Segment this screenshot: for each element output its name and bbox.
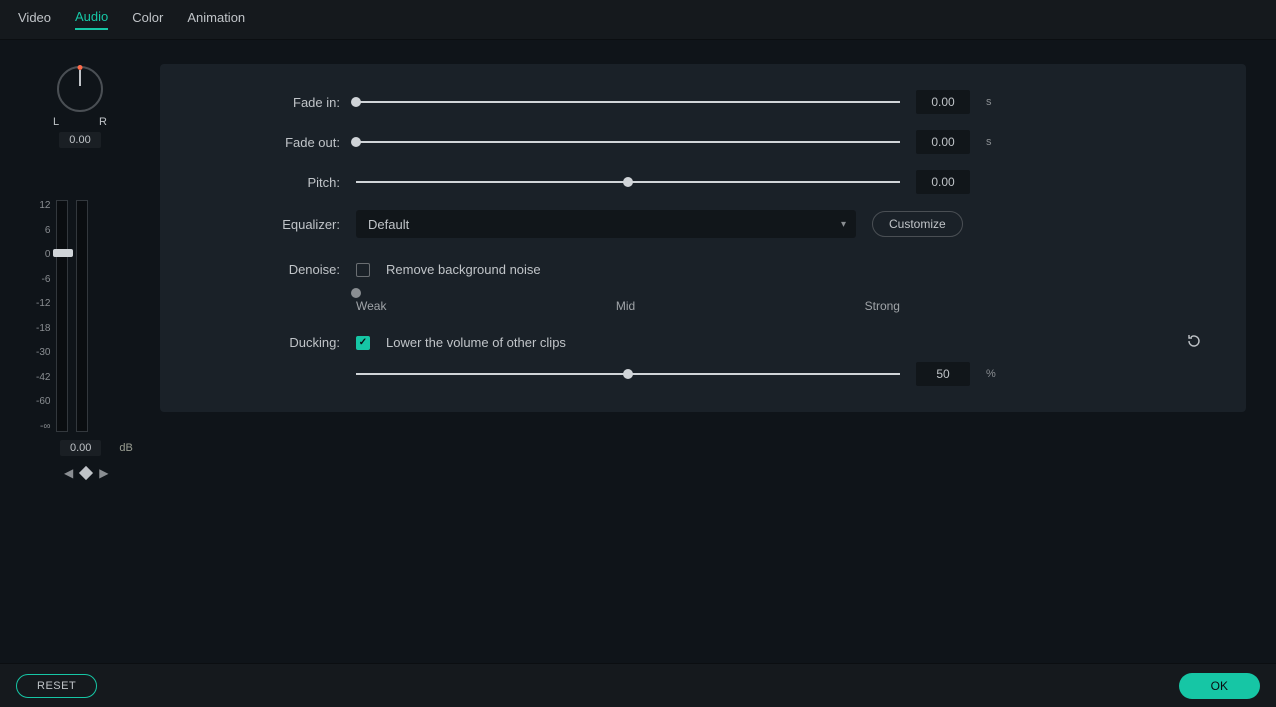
meter-tick: -60 [36,396,50,407]
fadeout-value[interactable]: 0.00 [916,130,970,154]
tab-color[interactable]: Color [132,10,163,29]
denoise-strong-label: Strong [865,299,900,313]
denoise-checkbox[interactable] [356,263,370,277]
fadein-value[interactable]: 0.00 [916,90,970,114]
volume-slider-thumb[interactable] [53,249,73,257]
equalizer-select[interactable]: Default ▾ [356,210,856,238]
pan-value[interactable]: 0.00 [59,132,100,148]
keyframe-nav: ◀ ▶ [64,466,108,480]
volume-value[interactable]: 0.00 [60,440,101,456]
pan-knob[interactable] [57,66,103,112]
meter-tick: 6 [36,225,50,236]
meter-bar-left [56,200,68,432]
fadein-label: Fade in: [160,95,356,110]
fadein-unit: s [986,96,998,108]
denoise-weak-label: Weak [356,299,386,313]
right-panel: Fade in: 0.00 s Fade out: 0.00 s [160,40,1276,663]
volume-meter: 12 6 0 -6 -12 -18 -30 -42 -60 -∞ [36,200,88,432]
equalizer-selected: Default [368,217,409,232]
meter-tick: -30 [36,347,50,358]
keyframe-prev-icon[interactable]: ◀ [64,466,73,480]
fadeout-slider[interactable] [356,141,900,143]
ducking-label: Ducking: [160,335,356,350]
pan-r-label: R [99,116,107,128]
meter-tick: -6 [36,274,50,285]
tab-audio[interactable]: Audio [75,9,108,30]
pan-control: L R 0.00 [0,66,160,148]
pitch-slider-thumb[interactable] [623,177,633,187]
pan-lr-labels: L R [53,116,107,128]
pitch-label: Pitch: [160,175,356,190]
denoise-checkbox-label: Remove background noise [386,262,541,277]
footer: RESET OK [0,663,1276,707]
reset-button[interactable]: RESET [16,674,97,698]
ducking-checkbox-label: Lower the volume of other clips [386,335,566,350]
fadein-slider[interactable] [356,101,900,103]
pitch-slider[interactable] [356,181,900,183]
pitch-value[interactable]: 0.00 [916,170,970,194]
reset-icon[interactable] [1186,333,1202,352]
meter-bar-right [76,200,88,432]
meter-scale: 12 6 0 -6 -12 -18 -30 -42 -60 -∞ [36,200,50,432]
fadeout-unit: s [986,136,998,148]
denoise-slider-thumb[interactable] [351,288,361,298]
meter-tick: 12 [36,200,50,211]
tab-bar: Video Audio Color Animation [0,0,1276,40]
meter-tick: -18 [36,323,50,334]
volume-unit: dB [119,442,132,454]
ducking-checkbox[interactable]: ✓ [356,336,370,350]
main-area: L R 0.00 12 6 0 -6 -12 -18 -30 -42 -60 -… [0,40,1276,663]
chevron-down-icon: ▾ [841,219,846,230]
denoise-mid-label: Mid [616,299,635,313]
ducking-slider-thumb[interactable] [623,369,633,379]
tab-animation[interactable]: Animation [187,10,245,29]
meter-tick: -12 [36,298,50,309]
meter-tick: -42 [36,372,50,383]
meter-tick: 0 [36,249,50,260]
ducking-value[interactable]: 50 [916,362,970,386]
denoise-label: Denoise: [160,262,356,277]
left-panel: L R 0.00 12 6 0 -6 -12 -18 -30 -42 -60 -… [0,40,160,663]
fadeout-label: Fade out: [160,135,356,150]
fadeout-slider-thumb[interactable] [351,137,361,147]
ducking-slider[interactable] [356,373,900,375]
audio-controls: Fade in: 0.00 s Fade out: 0.00 s [160,64,1246,412]
pan-line-icon [79,70,81,86]
equalizer-label: Equalizer: [160,217,356,232]
meter-bars [56,200,88,432]
ok-button[interactable]: OK [1179,673,1260,699]
keyframe-add-icon[interactable] [79,466,93,480]
keyframe-next-icon[interactable]: ▶ [99,466,108,480]
customize-button[interactable]: Customize [872,211,963,237]
meter-tick: -∞ [36,421,50,432]
ducking-unit: % [986,368,998,380]
tab-video[interactable]: Video [18,10,51,29]
fadein-slider-thumb[interactable] [351,97,361,107]
pan-l-label: L [53,116,59,128]
